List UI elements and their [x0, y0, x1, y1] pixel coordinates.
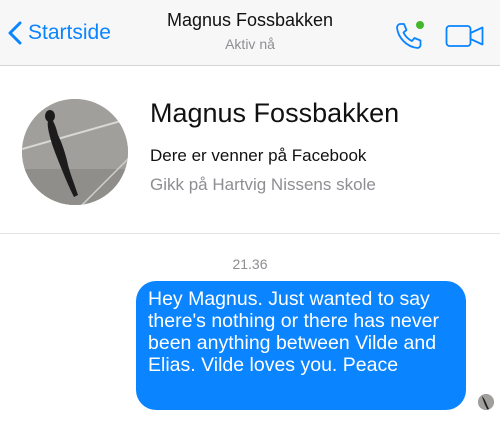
online-indicator [416, 21, 424, 29]
navigation-bar: Startside Magnus Fossbakken Aktiv nå [0, 0, 500, 66]
call-button[interactable] [394, 20, 428, 52]
outgoing-message-bubble[interactable]: Hey Magnus. Just wanted to say there's n… [136, 281, 466, 410]
read-receipt-avatar [478, 394, 494, 410]
friendship-status: Dere er venner på Facebook [150, 146, 367, 165]
back-label: Startside [28, 21, 111, 44]
video-call-button[interactable] [445, 23, 485, 49]
active-status: Aktiv nå [225, 36, 275, 52]
video-camera-icon [445, 25, 484, 47]
message-timestamp: 21.36 [232, 256, 268, 272]
conversation-header[interactable]: Magnus Fossbakken Aktiv nå [140, 10, 360, 52]
contact-profile-card: Magnus Fossbakken Dere er venner på Face… [0, 66, 500, 234]
profile-name: Magnus Fossbakken [150, 98, 400, 128]
contact-name: Magnus Fossbakken [166, 10, 334, 30]
chevron-left-icon [8, 21, 22, 45]
profile-avatar[interactable] [22, 99, 128, 205]
back-button[interactable]: Startside [8, 16, 111, 50]
education-info: Gikk på Hartvig Nissens skole [150, 175, 376, 194]
